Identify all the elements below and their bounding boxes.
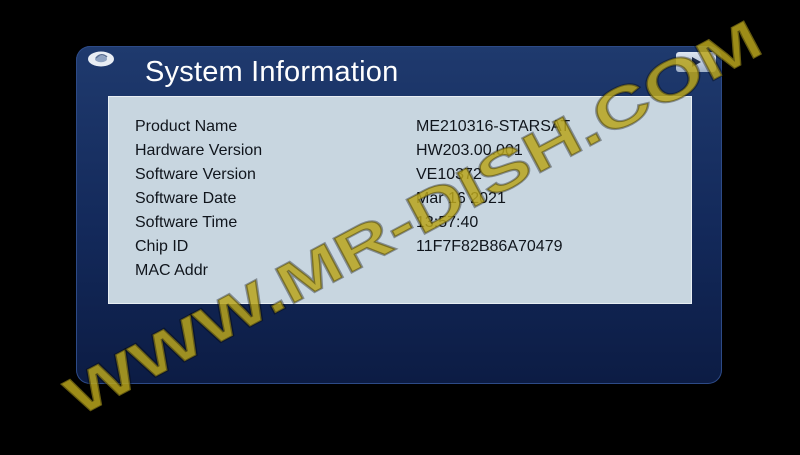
nav-arrow-button[interactable]: [676, 52, 716, 72]
info-label: Product Name: [135, 118, 238, 135]
info-row-software-version: Software Version VE10372: [109, 166, 691, 190]
play-arrow-icon: [692, 57, 701, 67]
info-panel: Product Name ME210316-STARSAT Hardware V…: [108, 96, 692, 304]
info-value: ME210316-STARSAT: [416, 118, 571, 135]
info-row-software-time: Software Time 13:57:40: [109, 214, 691, 238]
info-value: Mar 16 2021: [416, 190, 506, 207]
dialog-title: System Information: [145, 56, 399, 88]
tv-screen: System Information Product Name ME210316…: [0, 0, 800, 455]
info-value: 11F7F82B86A70479: [416, 238, 563, 255]
system-information-dialog: System Information Product Name ME210316…: [76, 46, 722, 384]
disc-logo-icon: [88, 51, 114, 67]
info-label: Software Time: [135, 214, 238, 231]
info-row-hardware-version: Hardware Version HW203.00.001: [109, 142, 691, 166]
info-row-product-name: Product Name ME210316-STARSAT: [109, 118, 691, 142]
info-label: Software Version: [135, 166, 256, 183]
info-row-software-date: Software Date Mar 16 2021: [109, 190, 691, 214]
info-row-chip-id: Chip ID 11F7F82B86A70479: [109, 238, 691, 262]
info-value: HW203.00.001: [416, 142, 523, 159]
info-label: Chip ID: [135, 238, 189, 255]
info-row-mac-addr: MAC Addr: [109, 262, 691, 286]
info-label: Hardware Version: [135, 142, 263, 159]
info-value: 13:57:40: [416, 214, 479, 231]
info-label: Software Date: [135, 190, 237, 207]
info-label: MAC Addr: [135, 262, 208, 279]
info-value: VE10372: [416, 166, 482, 183]
